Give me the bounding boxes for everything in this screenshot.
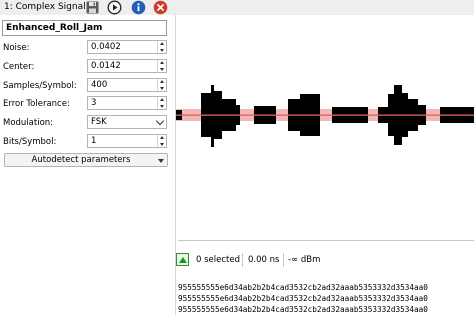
error-tolerance-stepper[interactable] [157, 97, 166, 109]
noise-label: Noise: [3, 43, 30, 53]
close-button[interactable] [153, 0, 168, 15]
save-button[interactable] [85, 0, 100, 15]
dropdown-arrow-icon[interactable] [158, 159, 164, 163]
modulation-label: Modulation: [3, 118, 54, 128]
center-label: Center: [3, 62, 35, 72]
bits-per-symbol-stepper[interactable] [157, 135, 166, 147]
status-divider [242, 253, 243, 267]
info-icon [131, 0, 146, 15]
save-icon [86, 1, 99, 14]
show-selection-button[interactable] [176, 253, 189, 266]
window-titlebar: 1: Complex Signal [0, 0, 474, 15]
signal-title: 1: Complex Signal [4, 2, 86, 12]
samples-per-symbol-label: Samples/Symbol: [3, 81, 77, 91]
signal-waveform-view[interactable] [176, 77, 474, 155]
demodulated-bits-text[interactable]: 955555555e6d34ab2b2b4cad3532cb2ad32aaab5… [178, 282, 428, 315]
selection-duration: 0.00 ns [248, 255, 280, 265]
signal-name-field[interactable]: Enhanced_Roll_Jam [2, 20, 167, 36]
chevron-down-icon [155, 116, 165, 126]
selected-count-label: selected [204, 255, 241, 265]
samples-per-symbol-value: 400 [91, 80, 108, 90]
signal-name-text: Enhanced_Roll_Jam [6, 23, 103, 33]
bits-line: 955555555e6d34ab2b2b4cad3532cb2ad32aaab5… [178, 305, 428, 314]
bits-per-symbol-value: 1 [91, 136, 97, 146]
selected-count-value: 0 [196, 255, 202, 265]
signal-parameters-panel: Enhanced_Roll_Jam Noise: 0.0402 Center: … [0, 15, 176, 315]
error-tolerance-spinbox[interactable]: 3 [87, 96, 167, 110]
error-tolerance-value: 3 [91, 98, 97, 108]
arrow-up-icon [179, 257, 187, 263]
noise-spinbox[interactable]: 0.0402 [87, 40, 167, 54]
selection-count: 0 selected [196, 255, 240, 265]
status-divider [283, 253, 284, 267]
waveform-canvas [176, 85, 474, 147]
samples-per-symbol-spinbox[interactable]: 400 [87, 78, 167, 92]
bits-line: 955555555e6d34ab2b2b4cad3532cb2ad32aaab5… [178, 283, 428, 292]
autodetect-label: Autodetect parameters [31, 155, 131, 165]
noise-stepper[interactable] [157, 41, 166, 53]
info-button[interactable] [131, 0, 146, 15]
selection-statusbar: 0 selected 0.00 ns -∞ dBm [176, 253, 474, 269]
bits-per-symbol-label: Bits/Symbol: [3, 137, 57, 147]
samples-per-symbol-stepper[interactable] [157, 79, 166, 91]
center-stepper[interactable] [157, 60, 166, 72]
modulation-value: FSK [91, 117, 107, 127]
bits-line: 955555555e6d34ab2b2b4cad3532cb2ad32aaab5… [178, 294, 428, 303]
selection-power: -∞ dBm [288, 255, 321, 265]
center-line [176, 114, 474, 116]
center-spinbox[interactable]: 0.0142 [87, 59, 167, 73]
play-icon [107, 0, 122, 15]
autodetect-parameters-button[interactable]: Autodetect parameters [4, 153, 168, 167]
close-icon [153, 0, 168, 15]
error-tolerance-label: Error Tolerance: [3, 99, 70, 109]
play-button[interactable] [107, 0, 122, 15]
view-divider [178, 240, 474, 241]
noise-value: 0.0402 [91, 42, 121, 52]
bits-per-symbol-spinbox[interactable]: 1 [87, 134, 167, 148]
modulation-select[interactable]: FSK [87, 115, 167, 129]
panel-divider[interactable] [175, 15, 176, 315]
center-value: 0.0142 [91, 61, 121, 71]
